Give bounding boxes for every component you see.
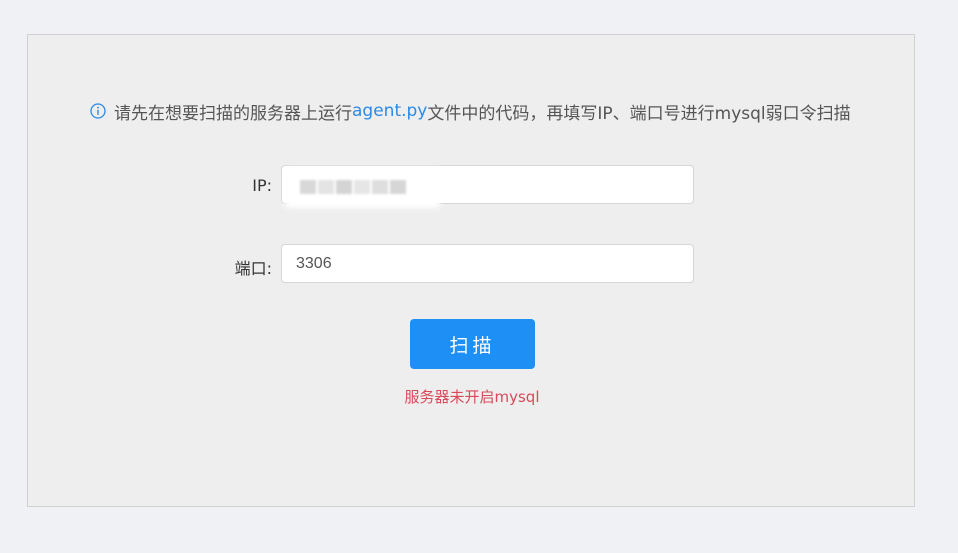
info-icon xyxy=(90,103,106,119)
hint-message: 请先在想要扫描的服务器上运行 agent.py 文件中的代码，再填写IP、端口号进行… xyxy=(90,100,851,124)
port-input[interactable] xyxy=(281,244,694,283)
agent-file-link[interactable]: agent.py xyxy=(352,101,427,121)
hint-prefix: 请先在想要扫描的服务器上运行 xyxy=(114,103,352,124)
error-message: 服务器未开启mysql xyxy=(404,388,540,406)
ip-label: IP: xyxy=(252,176,272,195)
redacted-ip-value xyxy=(300,180,408,194)
hint-suffix: 文件中的代码，再填写IP、端口号进行mysql弱口令扫描 xyxy=(427,103,851,124)
port-label: 端口: xyxy=(234,259,272,278)
scan-button[interactable]: 扫描 xyxy=(410,319,535,369)
